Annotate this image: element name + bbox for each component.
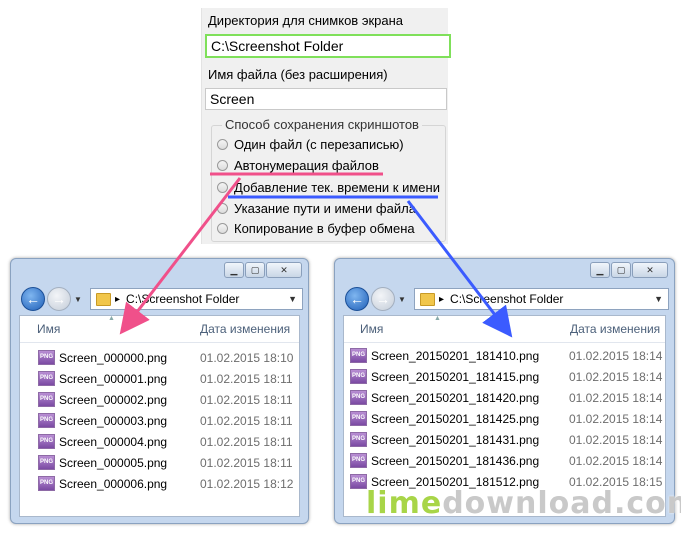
autonumber-arrow [119, 177, 242, 335]
timestamp-arrow [406, 200, 513, 338]
watermark-logo: limedownload.com [366, 486, 681, 521]
watermark-part2: download.com [442, 486, 681, 521]
watermark-part1: lime [366, 486, 443, 521]
annotation-arrows [119, 172, 513, 338]
